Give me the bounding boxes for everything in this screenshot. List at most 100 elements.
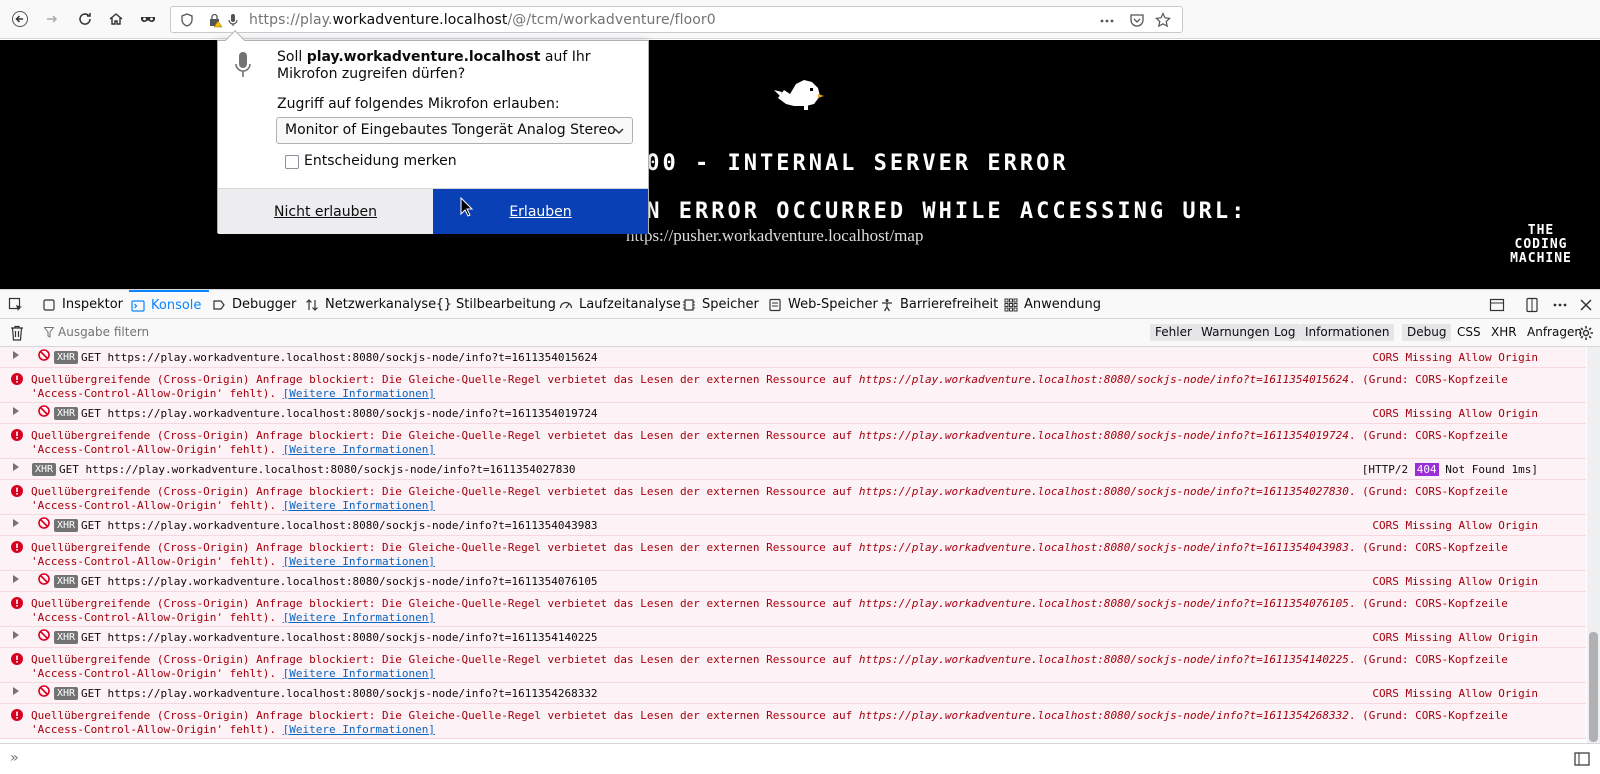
request-status[interactable]: CORS Missing Allow Origin (1372, 575, 1538, 588)
filter-css-button[interactable]: CSS (1452, 324, 1486, 341)
request-text[interactable]: GET https://play.workadventure.localhost… (81, 687, 598, 700)
url-text[interactable]: https://play.workadventure.localhost/@/t… (249, 12, 716, 28)
more-info-link[interactable]: [Weitere Informationen] (283, 723, 435, 736)
microphone-select-label: Zugriff auf folgendes Mikrofon erlauben: (277, 96, 560, 112)
network-request-row[interactable]: XHR GET https://play.workadventure.localh… (0, 459, 1586, 480)
url-path: /@/tcm/workadventure/floor0 (507, 12, 716, 28)
blocked-icon (38, 685, 50, 697)
performance-icon (559, 301, 573, 308)
request-status[interactable]: CORS Missing Allow Origin (1372, 687, 1538, 700)
forward-button[interactable] (38, 6, 66, 32)
home-button[interactable] (102, 6, 130, 32)
pocket-icon[interactable] (1129, 12, 1145, 28)
tab-web-speicher[interactable]: Web-Speicher (768, 290, 878, 319)
network-request-row[interactable]: XHR GET https://play.workadventure.localh… (0, 683, 1586, 704)
request-status[interactable]: CORS Missing Allow Origin (1372, 519, 1538, 532)
microphone-icon[interactable] (225, 12, 241, 28)
tab-speicher[interactable]: Speicher (682, 290, 759, 319)
filter-informationen-button[interactable]: Informationen (1300, 324, 1395, 341)
filter-debug-button[interactable]: Debug (1402, 324, 1452, 341)
expand-arrow-icon[interactable] (12, 518, 20, 528)
filter-log-button[interactable]: Log (1269, 324, 1301, 341)
tab-inspektor[interactable]: Inspektor (42, 290, 123, 319)
close-icon[interactable] (1578, 297, 1594, 313)
bird-sprite-image (774, 80, 824, 110)
browser-toolbar: https://play.workadventure.localhost/@/t… (0, 0, 1600, 39)
tab-debugger[interactable]: Debugger (212, 290, 296, 319)
logo-line: THE (1527, 223, 1555, 238)
page-actions-icon[interactable] (1099, 13, 1115, 29)
microphone-select[interactable]: Monitor of Eingebautes Tongerät Analog S… (276, 117, 633, 144)
request-status[interactable]: [HTTP/2 404 Not Found 1ms] (1362, 463, 1538, 476)
insecure-lock-icon[interactable] (207, 12, 223, 28)
more-info-link[interactable]: [Weitere Informationen] (283, 387, 435, 400)
request-text[interactable]: GET https://play.workadventure.localhost… (81, 407, 598, 420)
prompt-icon: » (10, 750, 19, 766)
element-picker-icon[interactable] (8, 297, 24, 313)
expand-arrow-icon[interactable] (12, 406, 20, 416)
remember-decision-checkbox[interactable] (285, 155, 299, 169)
console-scrollbar[interactable] (1587, 347, 1600, 743)
expand-arrow-icon[interactable] (12, 462, 20, 472)
request-text[interactable]: GET https://play.workadventure.localhost… (81, 575, 598, 588)
more-info-link[interactable]: [Weitere Informationen] (283, 555, 435, 568)
filter-input[interactable]: Ausgabe filtern (58, 325, 149, 339)
more-info-link[interactable]: [Weitere Informationen] (283, 499, 435, 512)
filter-warnungen-button[interactable]: Warnungen (1196, 324, 1275, 341)
split-console-icon[interactable] (1574, 752, 1590, 766)
back-button[interactable] (6, 6, 34, 32)
shield-icon[interactable] (179, 12, 195, 28)
cors-error-row: Quellübergreifende (Cross-Origin) Anfrag… (0, 592, 1586, 627)
toggle-sidebar-icon[interactable] (1489, 297, 1505, 313)
error-text-a: Quellübergreifende (Cross-Origin) Anfrag… (31, 709, 859, 722)
request-text[interactable]: GET https://play.workadventure.localhost… (81, 351, 598, 364)
error-url: https://play.workadventure.localhost:808… (858, 653, 1349, 666)
expand-arrow-icon[interactable] (12, 574, 20, 584)
more-info-link[interactable]: [Weitere Informationen] (283, 611, 435, 624)
network-request-row[interactable]: XHR GET https://play.workadventure.localh… (0, 571, 1586, 592)
request-status[interactable]: CORS Missing Allow Origin (1372, 351, 1538, 364)
trash-icon[interactable] (10, 325, 24, 341)
error-icon (11, 373, 23, 385)
filter-fehler-button[interactable]: Fehler (1150, 324, 1197, 341)
network-request-row[interactable]: XHR GET https://play.workadventure.localh… (0, 403, 1586, 424)
expand-arrow-icon[interactable] (12, 686, 20, 696)
console-input[interactable]: » (0, 743, 1600, 774)
bookmark-star-icon[interactable] (1155, 12, 1171, 28)
tab-barrierefreiheit[interactable]: Barrierefreiheit (880, 290, 998, 319)
remember-decision-label[interactable]: Entscheidung merken (304, 153, 457, 169)
permission-message: Soll play.workadventure.localhost auf Ih… (277, 49, 637, 83)
tab-anwendung[interactable]: Anwendung (1004, 290, 1101, 319)
request-status[interactable]: CORS Missing Allow Origin (1372, 407, 1538, 420)
url-bar[interactable]: https://play.workadventure.localhost/@/t… (170, 6, 1183, 33)
network-request-row[interactable]: XHR GET https://play.workadventure.localh… (0, 347, 1586, 368)
expand-arrow-icon[interactable] (12, 630, 20, 640)
scroll-thumb[interactable] (1589, 632, 1598, 742)
responsive-design-icon[interactable] (1524, 297, 1540, 313)
reload-button[interactable] (71, 6, 99, 32)
error-text-a: Quellübergreifende (Cross-Origin) Anfrag… (31, 429, 859, 442)
tab-konsole[interactable]: Konsole (129, 290, 210, 319)
more-info-link[interactable]: [Weitere Informationen] (283, 443, 435, 456)
request-text[interactable]: GET https://play.workadventure.localhost… (81, 631, 598, 644)
private-mode-button[interactable] (134, 6, 162, 32)
request-text[interactable]: GET https://play.workadventure.localhost… (59, 463, 576, 476)
more-info-link[interactable]: [Weitere Informationen] (283, 667, 435, 680)
deny-button[interactable]: Nicht erlauben (218, 189, 433, 234)
expand-arrow-icon[interactable] (12, 350, 20, 360)
tab-netzwerkanalyse[interactable]: Netzwerkanalyse (305, 290, 436, 319)
tab-label: Netzwerkanalyse (325, 297, 437, 312)
filter-xhr-button[interactable]: XHR (1486, 324, 1522, 341)
more-options-icon[interactable] (1552, 297, 1568, 313)
error-icon (11, 597, 23, 609)
xhr-badge: XHR (54, 351, 79, 364)
error-url: https://pusher.workadventure.localhost/m… (626, 226, 924, 245)
tab-stilbearbeitung[interactable]: {} Stilbearbeitung (436, 290, 556, 319)
tab-laufzeitanalyse[interactable]: Laufzeitanalyse (559, 290, 681, 319)
request-status[interactable]: CORS Missing Allow Origin (1372, 631, 1538, 644)
network-request-row[interactable]: XHR GET https://play.workadventure.localh… (0, 627, 1586, 648)
request-text[interactable]: GET https://play.workadventure.localhost… (81, 519, 598, 532)
network-request-row[interactable]: XHR GET https://play.workadventure.localh… (0, 515, 1586, 536)
xhr-badge: XHR (54, 687, 79, 700)
settings-gear-icon[interactable] (1578, 325, 1594, 341)
